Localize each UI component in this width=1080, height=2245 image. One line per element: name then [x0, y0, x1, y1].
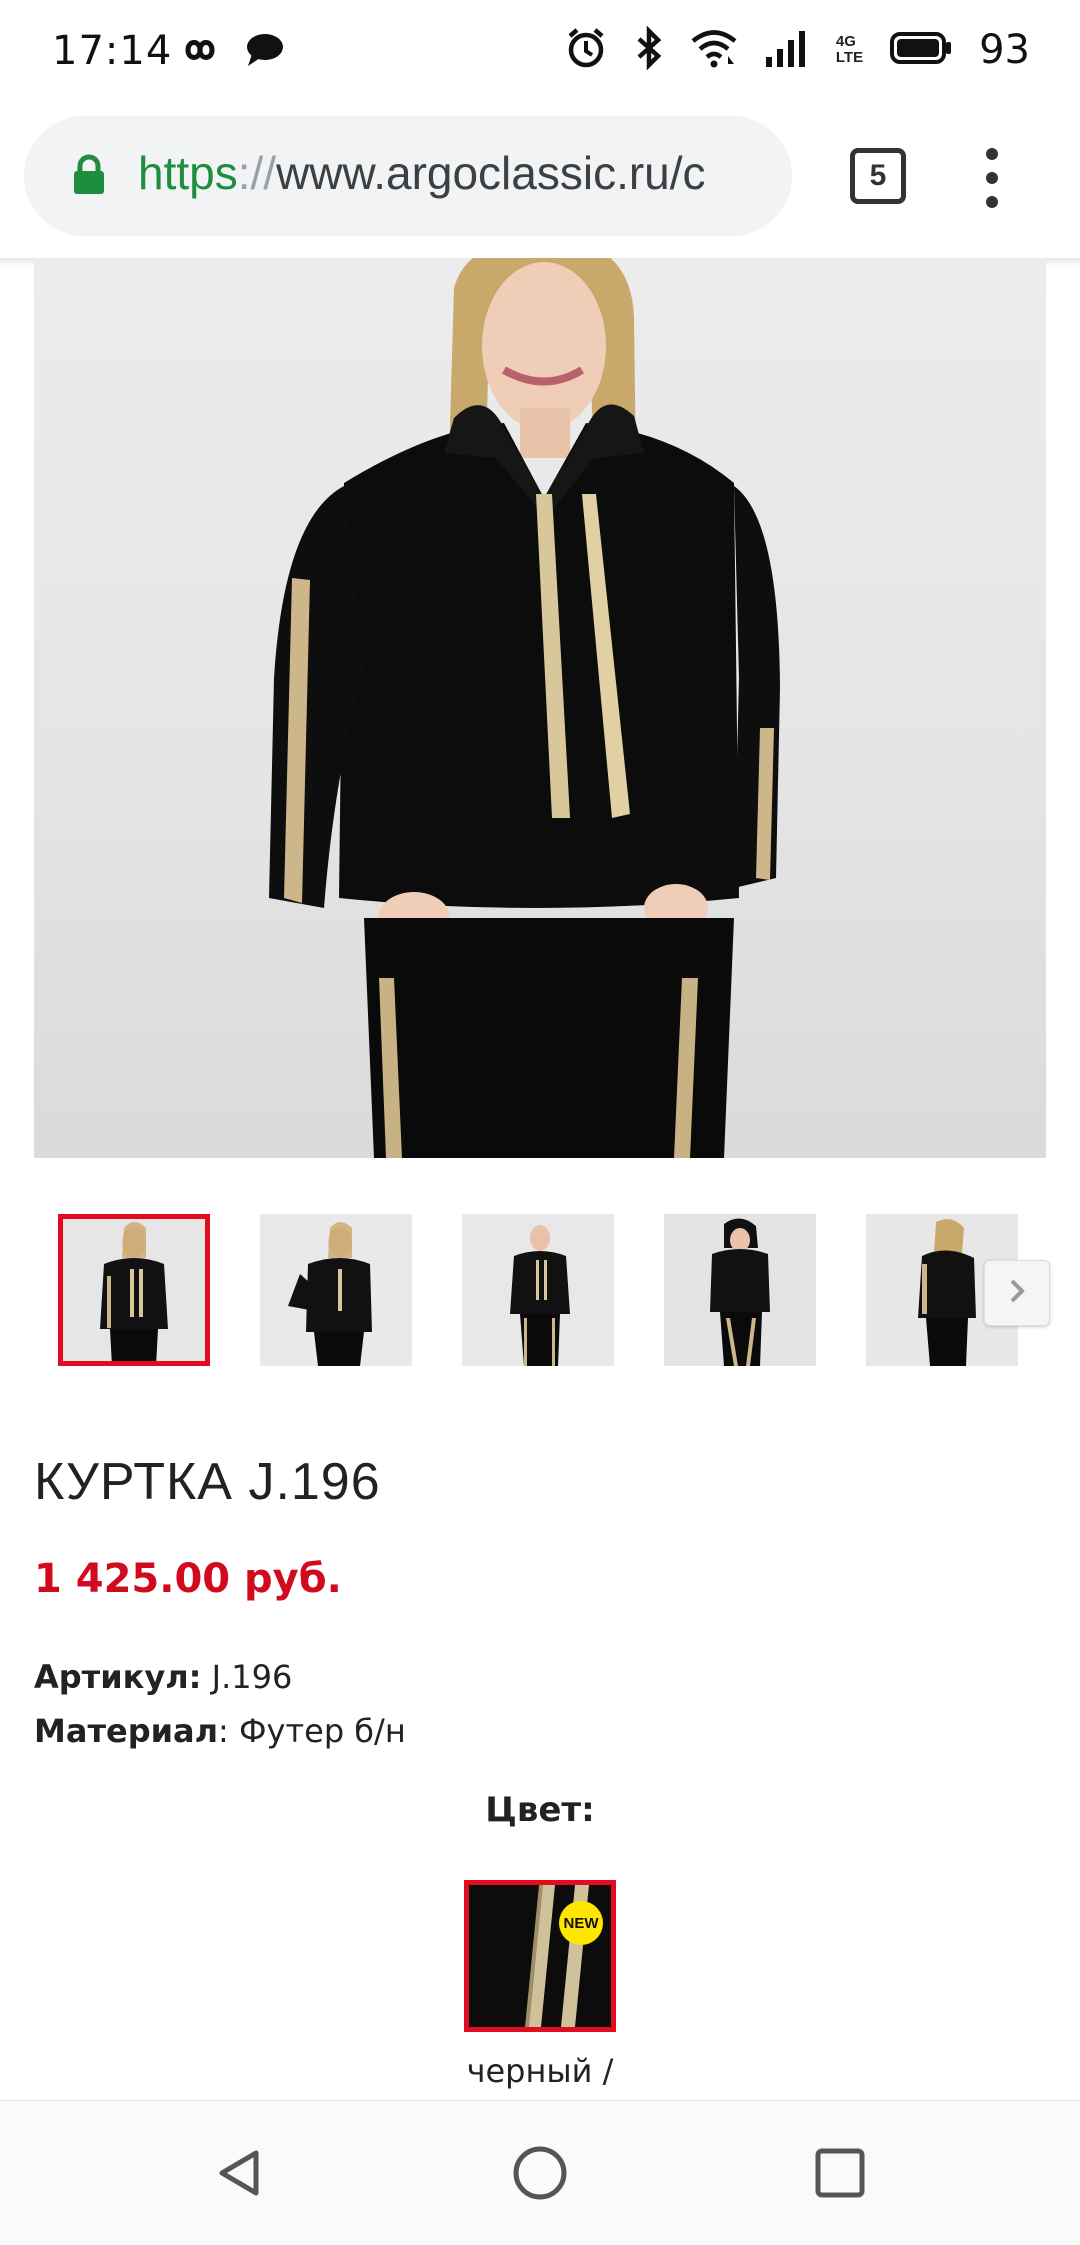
address-bar[interactable]: https://www.argoclassic.ru/c: [24, 116, 792, 236]
browser-toolbar: https://www.argoclassic.ru/c 5: [0, 110, 1080, 260]
product-title: КУРТКА J.196: [34, 1453, 381, 1511]
browser-menu-button[interactable]: [982, 148, 1002, 208]
network-type-label: 4G LTE: [835, 33, 864, 66]
article-value: J.196: [201, 1658, 293, 1696]
thumbnail-strip: [0, 1210, 1080, 1370]
back-triangle-icon: [212, 2145, 268, 2205]
color-swatch-black[interactable]: NEW: [464, 1880, 616, 2032]
thumbnail-3[interactable]: [462, 1214, 614, 1366]
signal-icon: [764, 29, 810, 71]
thumbnail-1[interactable]: [58, 1214, 210, 1366]
url-separator: ://: [237, 147, 277, 199]
color-name: черный /: [466, 2052, 614, 2090]
battery-icon: [889, 31, 953, 69]
tab-count: 5: [869, 159, 887, 192]
back-button[interactable]: [210, 2145, 270, 2205]
lock-icon: [72, 154, 106, 200]
material-row: Материал: Футер б/н: [34, 1712, 406, 1750]
chat-bubble-icon: [244, 32, 284, 72]
status-time: 17:14: [52, 28, 173, 74]
thumbnail-4[interactable]: [664, 1214, 816, 1366]
status-bar: 17:14 4G LTE 93: [0, 0, 1080, 110]
chevron-right-icon: [1005, 1276, 1029, 1310]
product-main-image[interactable]: [34, 258, 1046, 1158]
alarm-icon: [564, 26, 608, 74]
thumbnail-2[interactable]: [260, 1214, 412, 1366]
url-text[interactable]: https://www.argoclassic.ru/c: [138, 146, 706, 200]
home-circle-icon: [510, 2143, 570, 2207]
color-heading: Цвет:: [485, 1790, 595, 1830]
url-host: www.argoclassic.ru/c: [276, 147, 706, 199]
new-badge: NEW: [559, 1901, 603, 1945]
battery-percent: 93: [979, 27, 1030, 73]
wifi-icon: [690, 28, 738, 72]
material-label: Материал: [34, 1712, 219, 1750]
home-button[interactable]: [510, 2145, 570, 2205]
recents-square-icon: [812, 2145, 868, 2205]
thumbnail-next-button[interactable]: [984, 1260, 1050, 1326]
url-scheme: https: [138, 147, 238, 199]
material-value: : Футер б/н: [218, 1712, 406, 1750]
product-price: 1 425.00 руб.: [34, 1556, 342, 1602]
article-label: Артикул:: [34, 1658, 202, 1696]
tab-switcher-button[interactable]: 5: [850, 148, 906, 204]
system-nav-bar: [0, 2100, 1080, 2245]
infinity-icon: [176, 35, 226, 69]
recents-button[interactable]: [810, 2145, 870, 2205]
model-photo-illustration: [269, 258, 780, 1158]
article-row: Артикул: J.196: [34, 1658, 292, 1696]
bluetooth-icon: [634, 25, 664, 74]
